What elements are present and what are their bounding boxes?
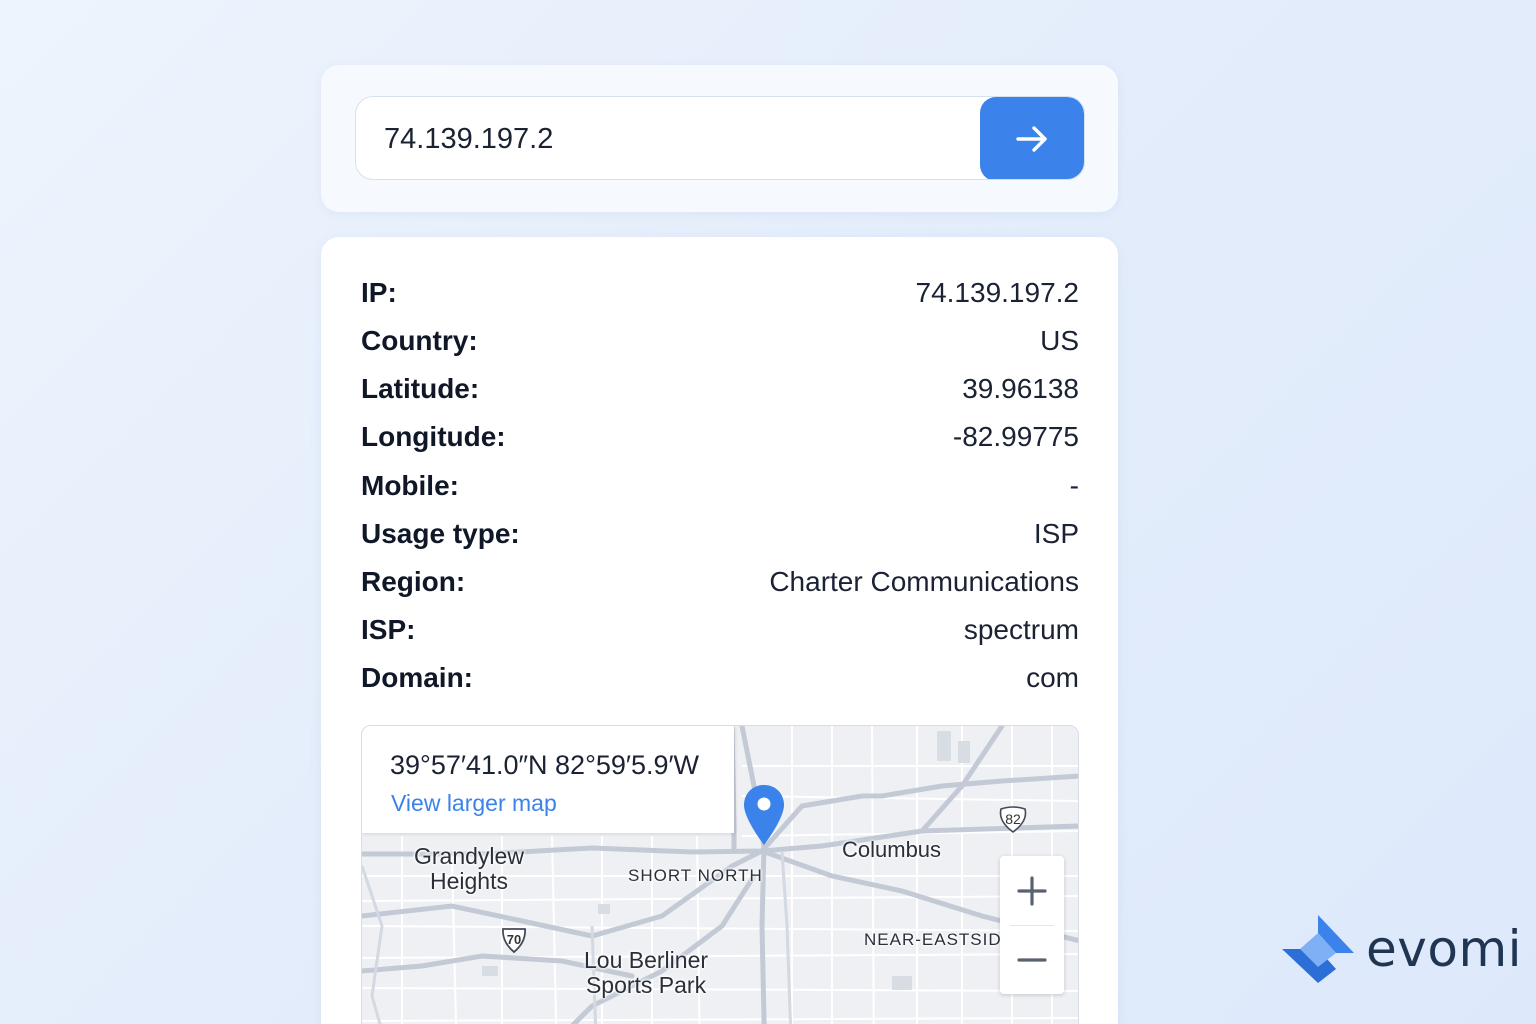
info-row-mobile: Mobile: - bbox=[361, 466, 1079, 506]
info-label: Usage type: bbox=[361, 518, 520, 549]
plus-icon bbox=[1017, 875, 1047, 906]
route-82-label: 82 bbox=[1005, 811, 1021, 827]
info-row-country: Country: US bbox=[361, 321, 1079, 361]
brand-name: evomi bbox=[1366, 920, 1523, 978]
info-row-region: Region: Charter Communications bbox=[361, 562, 1079, 602]
map-label-grandview: Grandylew Heights bbox=[414, 843, 524, 894]
map-zoom-control bbox=[1000, 856, 1064, 994]
arrow-right-icon bbox=[1016, 126, 1047, 152]
info-label: Latitude: bbox=[361, 373, 480, 404]
location-map[interactable]: 39°57′41.0″N 82°59′5.9′W View larger map… bbox=[361, 725, 1079, 1024]
evomi-logo-icon bbox=[1282, 915, 1354, 983]
info-value: 39.96138 bbox=[962, 373, 1079, 404]
search-card bbox=[321, 65, 1118, 212]
info-label: ISP: bbox=[361, 614, 416, 645]
search-box bbox=[355, 96, 1085, 180]
info-value: -82.99775 bbox=[952, 421, 1079, 452]
info-label: Mobile: bbox=[361, 470, 459, 501]
minus-icon bbox=[1017, 957, 1047, 962]
info-label: Region: bbox=[361, 566, 466, 597]
info-row-latitude: Latitude: 39.96138 bbox=[361, 369, 1079, 409]
evomi-logo: evomi bbox=[1280, 913, 1522, 985]
map-pin-icon bbox=[744, 785, 784, 845]
zoom-out-button[interactable] bbox=[1000, 925, 1064, 994]
map-info-box: 39°57′41.0″N 82°59′5.9′W View larger map bbox=[362, 726, 734, 833]
ip-search-input[interactable] bbox=[356, 97, 982, 179]
info-value: US bbox=[1040, 325, 1079, 356]
info-value: 74.139.197.2 bbox=[915, 277, 1080, 308]
zoom-in-button[interactable] bbox=[1000, 856, 1064, 925]
info-row-longitude: Longitude: -82.99775 bbox=[361, 417, 1079, 457]
info-label: Longitude: bbox=[361, 421, 506, 452]
view-larger-map-link[interactable]: View larger map bbox=[391, 790, 557, 817]
interstate-70-label: 70 bbox=[506, 932, 522, 947]
map-label-lou-berliner: Lou Berliner Sports Park bbox=[584, 947, 709, 998]
info-row-usage-type: Usage type: ISP bbox=[361, 514, 1079, 554]
info-value: spectrum bbox=[963, 614, 1079, 645]
map-label-near-east: NEAR-EASTSID bbox=[864, 930, 1002, 949]
info-label: Domain: bbox=[361, 662, 473, 693]
info-value: com bbox=[1026, 662, 1079, 693]
info-value: - bbox=[1069, 470, 1079, 501]
map-coordinates: 39°57′41.0″N 82°59′5.9′W bbox=[390, 750, 700, 780]
info-row-ip: IP: 74.139.197.2 bbox=[361, 273, 1079, 313]
info-value: ISP bbox=[1033, 518, 1079, 549]
map-label-columbus: Columbus bbox=[842, 837, 942, 862]
info-row-domain: Domain: com bbox=[361, 658, 1079, 698]
info-row-isp: ISP: spectrum bbox=[361, 610, 1079, 650]
map-label-short-north: SHORT NORTH bbox=[628, 866, 763, 885]
interstate-70-shield: 70 bbox=[500, 926, 528, 954]
info-label: IP: bbox=[361, 277, 397, 308]
info-value: Charter Communications bbox=[769, 566, 1079, 597]
info-label: Country: bbox=[361, 325, 478, 356]
search-submit-button[interactable] bbox=[980, 97, 1084, 179]
route-82-shield: 82 bbox=[998, 806, 1028, 834]
ip-info-card: IP: 74.139.197.2 Country: US Latitude: 3… bbox=[321, 237, 1118, 1024]
